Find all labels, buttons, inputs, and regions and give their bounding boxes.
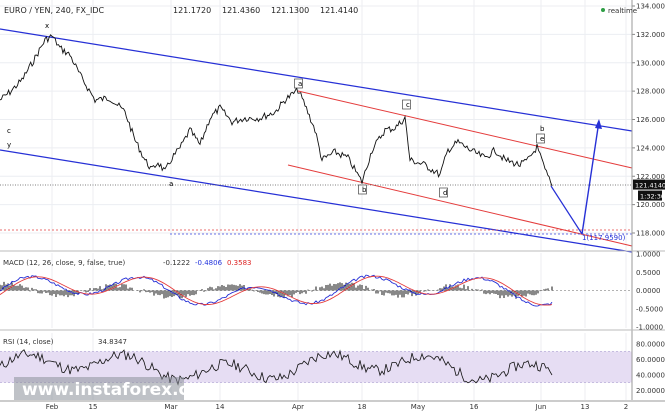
ohlc-close: 121.4140 [320, 6, 358, 15]
wave-label: c [7, 127, 11, 135]
x-tick-label: May [411, 403, 425, 411]
wave-label: d [443, 189, 447, 197]
price-tick-label: 128.0000 [636, 88, 665, 96]
chart-canvas: 1(117.9590) 134.0000132.0000130.0000128.… [0, 0, 665, 411]
price-pane [0, 0, 632, 250]
x-tick-label: Jun [535, 403, 547, 411]
last-price-text: 121.4140 [635, 182, 665, 190]
price-tick-label: 132.0000 [636, 31, 665, 39]
realtime-label: realtime [608, 7, 637, 15]
x-tick-label: 15 [89, 403, 98, 411]
x-tick-label: Apr [292, 403, 304, 411]
x-tick-label: Feb [46, 403, 59, 411]
price-tick-label: 126.0000 [636, 116, 665, 124]
countdown-text: 1:32:30 [640, 193, 665, 201]
macd-tick-label: 0.5000 [636, 269, 661, 277]
wave-label: e [540, 135, 544, 143]
realtime-dot [601, 8, 605, 12]
chart-root: 1(117.9590) 134.0000132.0000130.0000128.… [0, 0, 665, 412]
price-tick-label: 118.0000 [636, 230, 665, 238]
rsi-tick-label: 60.0000 [636, 356, 665, 364]
watermark: www.instaforex.com [22, 380, 218, 400]
price-tick-label: 124.0000 [636, 144, 665, 152]
macd-value-2: -0.4806 [195, 259, 223, 267]
rsi-label: RSI (14, close) [3, 338, 54, 346]
wave-label: c [406, 101, 410, 109]
macd-value-1: -0.1222 [163, 259, 190, 267]
macd-tick-label: -1.0000 [636, 324, 663, 332]
wave-label: x [45, 22, 49, 30]
ohlc-high: 121.4360 [222, 6, 260, 15]
macd-tick-label: 0.0000 [636, 287, 661, 295]
price-tick-label: 134.0000 [636, 3, 665, 11]
x-tick-label: Mar [164, 403, 177, 411]
x-tick-label: 16 [470, 403, 479, 411]
x-tick-label: 13 [581, 403, 590, 411]
macd-tick-label: 1.0000 [636, 251, 661, 259]
ohlc-low: 121.1300 [271, 6, 309, 15]
rsi-tick-label: 80.0000 [636, 340, 665, 348]
ohlc-open: 121.1720 [173, 6, 211, 15]
wave-label: a [298, 80, 302, 88]
rsi-value: 34.8347 [98, 338, 127, 346]
macd-label: MACD (12, 26, close, 9, false, true) [3, 259, 126, 267]
x-tick-label: 14 [216, 403, 225, 411]
price-tick-label: 122.0000 [636, 173, 665, 181]
price-tick-label: 130.0000 [636, 59, 665, 67]
wave-label: b [540, 125, 545, 133]
rsi-tick-label: 20.0000 [636, 387, 665, 395]
target-label: 1(117.9590) [582, 234, 626, 242]
x-tick-label: 2 [624, 403, 628, 411]
macd-value-3: 0.3583 [227, 259, 252, 267]
wave-label: a [169, 180, 173, 188]
x-tick-label: 18 [358, 403, 367, 411]
price-tick-label: 120.0000 [636, 201, 665, 209]
wave-label: y [7, 141, 11, 149]
chart-title: EURO / YEN, 240, FX_IDC [4, 6, 105, 15]
macd-tick-label: -0.5000 [636, 305, 663, 313]
wave-label: b [362, 186, 367, 194]
rsi-tick-label: 40.0000 [636, 371, 665, 379]
